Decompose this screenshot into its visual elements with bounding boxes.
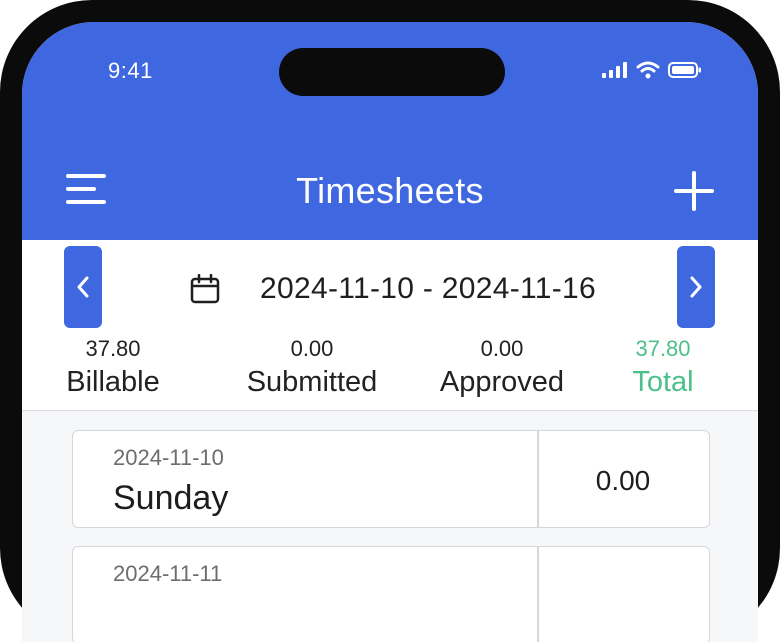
approved-summary: 0.00 Approved [430, 336, 574, 399]
phone-frame: 9:41 Timesheets 2024-11-10 - 2024-11-16 … [0, 0, 780, 642]
day-date: 2024-11-10 [113, 445, 224, 470]
week-selector: 2024-11-10 - 2024-11-16 37.80 Billable 0… [22, 240, 758, 411]
day-date: 2024-11-11 [113, 561, 223, 586]
calendar-icon [190, 274, 220, 304]
approved-value: 0.00 [480, 336, 524, 361]
billable-label: Billable [66, 366, 160, 398]
approved-label: Approved [439, 366, 565, 398]
submitted-value: 0.00 [290, 336, 334, 361]
signal-icon [602, 62, 627, 78]
billable-value: 37.80 [85, 336, 141, 361]
battery-icon [668, 62, 701, 78]
status-icons [602, 60, 702, 80]
page-title: Timesheets [296, 170, 484, 211]
total-value: 37.80 [635, 336, 691, 361]
day-hours: 0.00 [595, 465, 651, 496]
card-divider [537, 547, 539, 642]
status-time: 9:41 [108, 58, 153, 83]
dynamic-island [279, 48, 505, 96]
chevron-left-icon [77, 276, 89, 298]
wifi-icon [636, 61, 660, 79]
previous-week-button[interactable] [64, 246, 102, 328]
add-timesheet-button[interactable] [674, 171, 714, 211]
day-card[interactable]: 2024-11-10 Sunday 0.00 [72, 430, 710, 528]
next-week-button[interactable] [677, 246, 715, 328]
chevron-right-icon [690, 276, 702, 298]
app-screen: 9:41 Timesheets 2024-11-10 - 2024-11-16 … [22, 22, 758, 642]
billable-summary: 37.80 Billable [50, 336, 176, 399]
day-card[interactable]: 2024-11-11 [72, 546, 710, 642]
date-range-text: 2024-11-10 - 2024-11-16 [260, 272, 597, 305]
submitted-summary: 0.00 Submitted [234, 336, 390, 399]
app-header: 9:41 Timesheets [22, 22, 758, 240]
day-name: Sunday [113, 479, 229, 517]
total-summary: 37.80 Total [618, 336, 708, 399]
total-label: Total [632, 366, 694, 398]
date-range-picker[interactable]: 2024-11-10 - 2024-11-16 [190, 268, 596, 310]
submitted-label: Submitted [246, 366, 378, 398]
